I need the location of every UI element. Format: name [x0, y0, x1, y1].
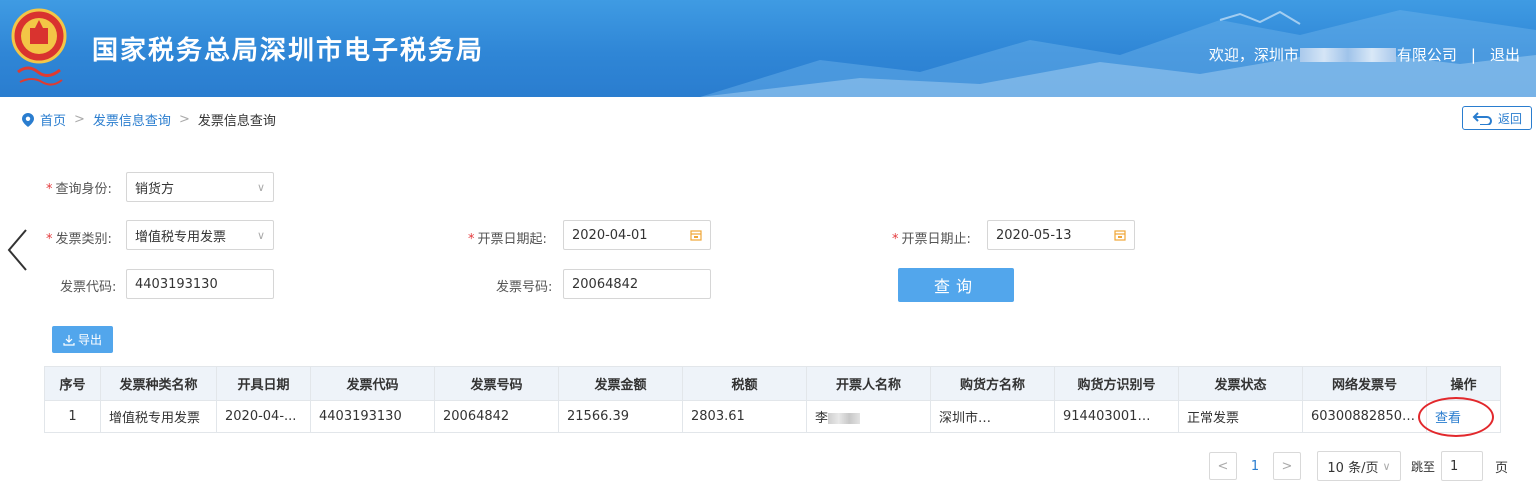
column-header: 发票代码: [310, 366, 435, 401]
cell-invoice-type: 增值税专用发票: [100, 400, 217, 433]
chevron-down-icon: ∨: [256, 180, 265, 194]
identity-label: * 查询身份:: [46, 182, 112, 197]
export-button[interactable]: 导出: [52, 326, 113, 353]
column-header: 网络发票号: [1302, 366, 1427, 401]
export-label: 导出: [77, 333, 102, 347]
cell-invoice-code: 4403193130: [310, 400, 435, 433]
column-header: 发票状态: [1178, 366, 1303, 401]
cell-invoice-number: 20064842: [434, 400, 559, 433]
invoice-table: 序号 发票种类名称 开具日期 发票代码 发票号码 发票金额 税额 开票人名称 购…: [44, 366, 1501, 433]
cell-index: 1: [44, 400, 101, 433]
header-separator: |: [1470, 45, 1476, 64]
end-date-label: * 开票日期止:: [892, 232, 971, 247]
breadcrumb-separator: >: [178, 112, 190, 127]
breadcrumb-invoice-query[interactable]: 发票信息查询: [93, 110, 171, 129]
logout-link[interactable]: 退出: [1490, 44, 1520, 65]
table-header-row: 序号 发票种类名称 开具日期 发票代码 发票号码 发票金额 税额 开票人名称 购…: [44, 366, 1501, 401]
end-date-value: 2020-05-13: [996, 227, 1072, 243]
invoice-type-label: * 发票类别:: [46, 232, 112, 247]
cell-status: 正常发票: [1178, 400, 1303, 433]
column-header: 操作: [1426, 366, 1501, 401]
pagination: < 1 > 10 条/页 ∨ 跳至 1 页: [1208, 451, 1508, 481]
welcome-suffix: 有限公司: [1396, 46, 1457, 64]
breadcrumb-home[interactable]: 首页: [40, 110, 66, 129]
cell-tax: 2803.61: [682, 400, 807, 433]
cell-issuer: 李: [806, 400, 931, 433]
column-header: 购货方识别号: [1054, 366, 1179, 401]
welcome-area: 欢迎，深圳市 有限公司 | 退出: [1209, 44, 1520, 65]
page-title: 国家税务总局深圳市电子税务局: [92, 36, 485, 66]
table-row: 1 增值税专用发票 2020-04-... 4403193130 2006484…: [44, 400, 1501, 433]
breadcrumb: 首页 > 发票信息查询 > 发票信息查询: [22, 110, 276, 129]
redacted-issuer: [828, 413, 861, 424]
column-header: 开票人名称: [806, 366, 931, 401]
page-unit-label: 页: [1494, 460, 1508, 476]
column-header: 开具日期: [216, 366, 311, 401]
welcome-prefix: 欢迎，深圳市: [1208, 46, 1299, 64]
back-label: 返回: [1497, 111, 1522, 126]
identity-select[interactable]: 销货方 ∨: [126, 172, 274, 202]
cell-buyer-name: 深圳市.: [930, 400, 1055, 433]
prev-page-button[interactable]: <: [1208, 452, 1237, 480]
invoice-number-input[interactable]: 20064842: [563, 269, 711, 299]
breadcrumb-separator: >: [74, 112, 85, 127]
invoice-number-value: 20064842: [572, 276, 639, 292]
jump-label: 跳至: [1410, 459, 1435, 474]
end-date-input[interactable]: 2020-05-13: [987, 220, 1135, 250]
calendar-icon: [690, 230, 702, 241]
return-arrow-icon: [1472, 112, 1492, 125]
next-page-button[interactable]: >: [1272, 452, 1301, 480]
location-pin-icon: [22, 112, 34, 127]
start-date-input[interactable]: 2020-04-01: [563, 220, 711, 250]
column-header: 税额: [682, 366, 807, 401]
invoice-code-value: 4403193130: [135, 276, 218, 292]
invoice-type-select[interactable]: 增值税专用发票 ∨: [126, 220, 274, 250]
invoice-code-label: 发票代码:: [60, 280, 117, 295]
column-header: 购货方名称: [930, 366, 1055, 401]
column-header: 发票种类名称: [100, 366, 217, 401]
column-header: 序号: [44, 366, 101, 401]
column-header: 发票号码: [434, 366, 559, 401]
chevron-down-icon: ∨: [1382, 459, 1391, 473]
jump-page-input[interactable]: 1: [1440, 451, 1483, 481]
calendar-icon: [1114, 230, 1126, 241]
tax-emblem-logo: [11, 8, 67, 86]
back-button[interactable]: 返回: [1462, 106, 1532, 130]
invoice-number-label: 发票号码:: [496, 280, 553, 295]
breadcrumb-current: 发票信息查询: [197, 114, 276, 129]
query-button[interactable]: 查询: [898, 268, 1014, 302]
chevron-left-icon[interactable]: [6, 228, 30, 272]
column-header: 发票金额: [558, 366, 683, 401]
identity-value: 销货方: [135, 181, 175, 197]
start-date-label: * 开票日期起:: [468, 232, 547, 247]
cell-amount: 21566.39: [558, 400, 683, 433]
highlight-circle: [1418, 397, 1494, 437]
cell-buyer-id: 914403001..: [1054, 400, 1179, 433]
start-date-value: 2020-04-01: [572, 227, 648, 243]
chevron-down-icon: ∨: [256, 228, 265, 242]
page-number[interactable]: 1: [1237, 459, 1273, 474]
cell-net-invoice-no: 603008828500...: [1302, 400, 1427, 433]
invoice-type-value: 增值税专用发票: [135, 229, 227, 245]
page-size-select[interactable]: 10 条/页 ∨: [1316, 451, 1401, 481]
download-icon: [63, 334, 75, 346]
app-header: 国家税务总局深圳市电子税务局 欢迎，深圳市 有限公司 | 退出: [0, 0, 1536, 97]
invoice-code-input[interactable]: 4403193130: [126, 269, 274, 299]
cell-issue-date: 2020-04-...: [216, 400, 311, 433]
redacted-company-name: [1299, 47, 1396, 62]
